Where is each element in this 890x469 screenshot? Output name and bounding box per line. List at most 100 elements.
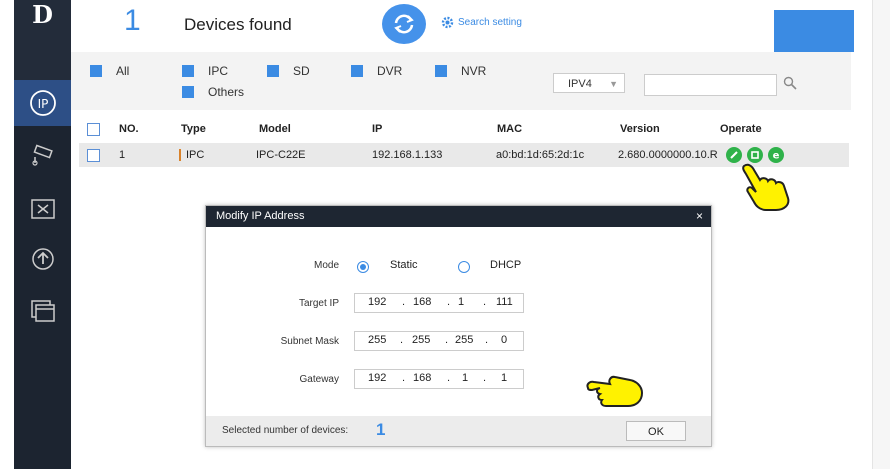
checkbox-others[interactable] [182,86,194,98]
filter-others[interactable]: Others [182,85,244,99]
search-icon[interactable] [783,76,797,90]
filter-all-label: All [116,64,130,78]
filter-ipc[interactable]: IPC [182,64,228,78]
ip-separator: . [483,372,487,384]
target-ip-octet-4: 111 [496,296,513,308]
col-operate: Operate [720,123,762,135]
row-ip: 192.168.1.133 [372,149,443,161]
pencil-icon [730,151,738,159]
refresh-button[interactable] [382,4,426,44]
device-table-header: NO. Type Model IP MAC Version Operate [79,116,849,142]
sidebar-item-camera[interactable] [14,132,71,178]
gear-icon [441,16,454,29]
type-marker [179,149,181,161]
filter-dvr[interactable]: DVR [351,64,402,78]
col-model: Model [259,123,291,135]
target-ip-octet-3: 1 [458,296,465,308]
filter-ipc-label: IPC [208,64,229,78]
filter-nvr-label: NVR [461,64,487,78]
search-setting-label: Search setting [458,17,522,28]
ip-separator: . [402,296,406,308]
sidebar-item-tools[interactable] [14,186,71,232]
target-ip-octet-1: 192 [368,296,387,308]
col-version: Version [620,123,660,135]
ok-button[interactable]: OK [626,421,686,441]
ip-separator: . [402,372,406,384]
target-ip-octet-2: 168 [413,296,432,308]
checkbox-dvr[interactable] [351,65,363,77]
select-all-checkbox[interactable] [87,122,100,136]
right-scroll-strip [872,0,890,469]
subnet-mask-label: Subnet Mask [280,336,339,347]
subnet-octet-3: 255 [455,334,474,346]
search-input[interactable] [644,74,777,96]
selected-devices-label: Selected number of devices: [222,425,349,436]
row-type-label: IPC [186,149,205,161]
target-ip-field[interactable]: 192 . 168 . 1 . 111 [354,293,524,313]
filter-nvr[interactable]: NVR [435,64,486,78]
target-ip-label: Target IP [298,298,339,309]
app-logo: D [14,0,71,80]
ip-version-value: IPV4 [568,78,592,90]
svg-text:e: e [773,151,780,161]
subnet-octet-1: 255 [368,334,387,346]
row-model: IPC-C22E [256,149,306,161]
gateway-label: Gateway [299,374,339,385]
row-no: 1 [119,149,126,161]
filter-dvr-label: DVR [377,64,403,78]
subnet-octet-2: 255 [412,334,431,346]
ip-version-select[interactable]: IPV4 ▼ [553,73,625,93]
checkbox-sd[interactable] [267,65,279,77]
device-count: 1 [124,4,141,37]
camera-icon [31,144,53,166]
col-type: Type [181,123,206,135]
filter-sd[interactable]: SD [267,64,310,78]
close-icon[interactable]: × [696,206,703,227]
gateway-octet-3: 1 [462,372,469,384]
ip-separator: . [447,296,451,308]
modify-ip-dialog: Modify IP Address × Mode Static DHCP Tar… [205,205,712,447]
ip-icon: IP [29,90,56,116]
ip-separator: . [447,372,451,384]
svg-text:IP: IP [37,97,48,111]
pointer-hand-icon [742,163,790,211]
gateway-octet-2: 168 [413,372,432,384]
checkbox-nvr[interactable] [435,65,447,77]
top-right-panel [774,10,854,52]
sidebar-item-upgrade[interactable] [14,236,71,282]
dialog-title: Modify IP Address [216,210,305,222]
row-version: 2.680.0000000.10.R [618,149,718,161]
ip-separator: . [400,334,404,346]
filter-all[interactable]: All [90,64,129,78]
sidebar-item-ip-config[interactable]: IP [14,80,71,126]
ip-separator: . [445,334,449,346]
row-mac: a0:bd:1d:65:2d:1c [496,149,585,161]
ip-separator: . [483,296,487,308]
subnet-mask-field[interactable]: 255 . 255 . 255 . 0 [354,331,524,351]
sidebar-item-windows[interactable] [14,288,71,334]
refresh-icon [394,14,414,34]
selected-devices-count: 1 [376,420,386,439]
search-setting-link[interactable]: Search setting [441,16,522,29]
mode-dhcp-label: DHCP [490,259,522,271]
row-type: IPC [179,143,204,167]
table-row[interactable]: 1 IPC IPC-C22E 192.168.1.133 a0:bd:1d:65… [79,143,849,167]
gateway-octet-1: 192 [368,372,387,384]
mode-static-label: Static [390,259,418,271]
checkbox-all[interactable] [90,65,102,77]
row-checkbox[interactable] [87,148,100,162]
mode-label: Mode [313,260,339,271]
subnet-octet-4: 0 [501,334,508,346]
col-ip: IP [372,123,383,135]
tools-icon [30,199,55,219]
pointer-hand-icon [586,375,644,407]
devices-found-label: Devices found [184,15,292,34]
mode-static-radio[interactable] [357,261,369,273]
browser-e-icon: e [773,151,780,161]
windows-icon [30,300,55,322]
mode-dhcp-radio[interactable] [458,261,470,273]
gateway-field[interactable]: 192 . 168 . 1 . 1 [354,369,524,389]
checkbox-ipc[interactable] [182,65,194,77]
gateway-octet-4: 1 [501,372,508,384]
filter-sd-label: SD [293,64,310,78]
